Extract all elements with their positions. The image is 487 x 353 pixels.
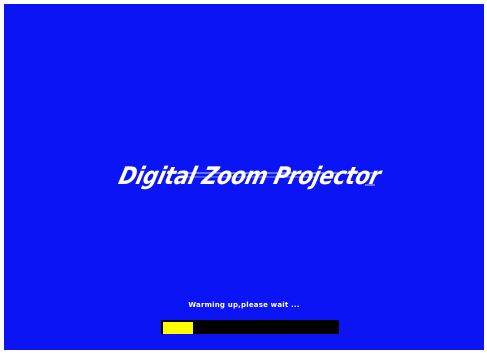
warming-up-message: Warming up,please wait ...	[188, 301, 300, 309]
logo-speed-lines	[167, 172, 375, 186]
warmup-progress-fill	[163, 322, 193, 334]
warmup-progress-bar	[161, 320, 339, 334]
brand-logo: Digital Zoom Projector	[116, 160, 383, 200]
startup-screen: Digital Zoom Projector Warming up,please…	[4, 4, 484, 350]
window-frame: Digital Zoom Projector Warming up,please…	[0, 0, 487, 353]
